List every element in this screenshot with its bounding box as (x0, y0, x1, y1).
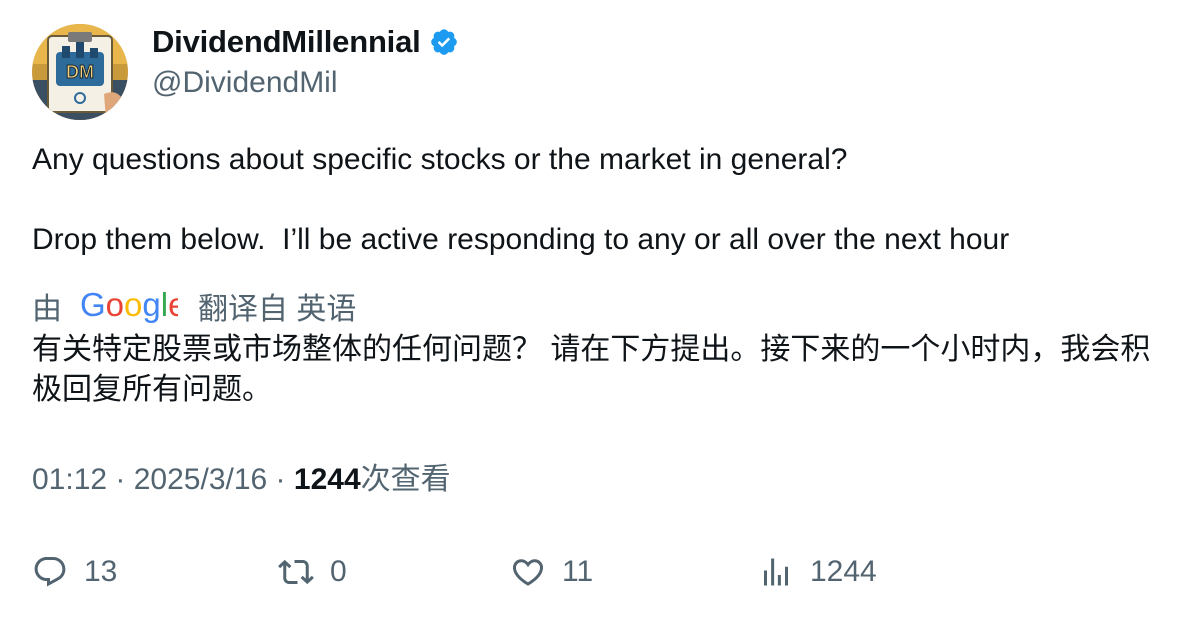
reply-count: 13 (84, 555, 118, 588)
like-button[interactable]: 11 (510, 552, 593, 592)
translated-text: 有关特定股票或市场整体的任何问题？ 请在下方提出。接下来的一个小时内，我会积极回… (32, 333, 1151, 406)
author-handle[interactable]: @DividendMil (152, 66, 459, 100)
google-wordmark: Google (80, 286, 178, 323)
avatar-image: DM (32, 24, 128, 120)
heart-icon (512, 559, 544, 586)
tweet-date[interactable]: 2025/3/16 (134, 463, 267, 496)
like-count: 11 (562, 555, 594, 588)
display-name-row: DividendMillennial (152, 22, 459, 62)
views-action-count: 1244 (810, 555, 877, 588)
retweet-button[interactable]: 0 (278, 552, 347, 592)
verified-badge-icon[interactable] (429, 27, 459, 57)
meta-separator: · (267, 463, 294, 496)
translation-attribution[interactable]: 由 Google 翻译自 英语 (32, 284, 1172, 328)
retweet-count: 0 (330, 555, 347, 588)
google-logo: Google (80, 284, 186, 328)
views-label: 次查看 (360, 463, 451, 496)
tweet-header: DM DividendMillennial @DividendMil (32, 22, 1172, 122)
avatar[interactable]: DM (32, 24, 128, 120)
views-button[interactable]: 1244 (758, 552, 877, 592)
author-names: DividendMillennial @DividendMil (152, 22, 459, 100)
tweet-meta: 01:12 · 2025/3/16 · 1244次查看 (32, 460, 1172, 500)
retweet-icon (278, 559, 314, 585)
reply-icon (34, 557, 66, 587)
tweet-text: Any questions about specific stocks or t… (32, 143, 1010, 256)
translation-prefix: 由 (32, 293, 62, 326)
tweet: DM DividendMillennial @DividendMil Any q… (32, 22, 1172, 500)
analytics-icon (764, 558, 788, 586)
meta-separator: · (107, 463, 134, 496)
translation-suffix: 翻译自 英语 (198, 293, 357, 326)
avatar-logo-text: DM (66, 62, 94, 82)
tweet-time[interactable]: 01:12 (32, 463, 107, 496)
views-count: 1244 (293, 463, 361, 496)
display-name[interactable]: DividendMillennial (152, 24, 421, 60)
reply-button[interactable]: 13 (32, 552, 117, 592)
action-bar: 13 0 11 1244 (32, 552, 1172, 592)
